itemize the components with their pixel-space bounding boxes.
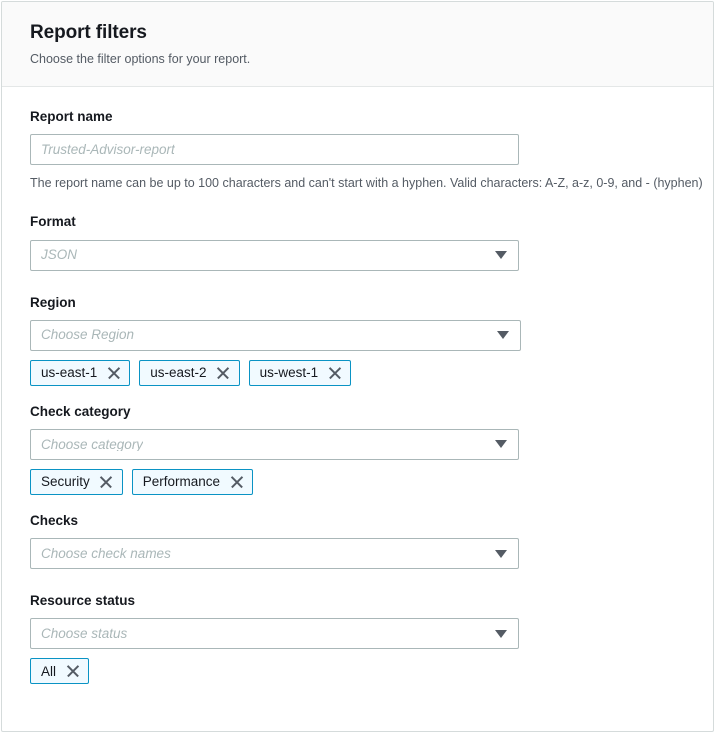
token[interactable]: us-east-1 — [30, 359, 131, 386]
token[interactable]: us-east-2 — [139, 359, 240, 386]
report-name-helper-text: The report name can be up to 100 charact… — [30, 176, 703, 191]
field-report-name: Report name Trusted-Advisor-report The r… — [30, 109, 703, 192]
chevron-down-icon — [495, 440, 507, 449]
format-placeholder: JSON — [41, 248, 78, 262]
token-label: Performance — [142, 474, 221, 490]
chevron-down-icon — [495, 251, 507, 260]
token[interactable]: Security — [30, 468, 123, 495]
check-category-placeholder: Choose category — [41, 437, 144, 452]
page-title: Report filters — [30, 22, 147, 43]
panel-body: Report name Trusted-Advisor-report The r… — [2, 87, 713, 685]
report-name-input[interactable]: Trusted-Advisor-report — [30, 134, 519, 166]
region-select[interactable]: Choose Region — [30, 319, 521, 351]
token-label: All — [41, 663, 57, 679]
label-checks: Checks — [30, 512, 79, 528]
field-format: Format JSON — [30, 214, 685, 271]
close-icon[interactable] — [217, 366, 230, 379]
resource-status-placeholder: Choose status — [41, 627, 128, 641]
close-icon[interactable] — [66, 665, 79, 678]
field-check-category: Check category Choose category Security … — [30, 404, 685, 495]
label-region: Region — [30, 294, 76, 310]
field-resource-status: Resource status Choose status All — [30, 593, 685, 685]
token[interactable]: All — [30, 658, 90, 685]
field-checks: Checks Choose check names — [30, 512, 685, 570]
token[interactable]: us-west-1 — [248, 359, 352, 386]
token-label: us-east-2 — [150, 365, 207, 381]
chevron-down-icon — [495, 549, 507, 558]
token-label: us-east-1 — [41, 365, 98, 381]
token-label: us-west-1 — [259, 365, 319, 381]
token[interactable]: Performance — [131, 468, 254, 495]
token-label: Security — [41, 474, 90, 490]
format-select[interactable]: JSON — [30, 239, 519, 271]
check-category-select[interactable]: Choose category — [30, 428, 519, 460]
close-icon[interactable] — [107, 366, 120, 379]
resource-status-token-list: All — [30, 658, 685, 685]
check-category-token-list: Security Performance — [30, 468, 685, 495]
checks-placeholder: Choose check names — [41, 546, 171, 561]
region-token-list: us-east-1 us-east-2 us-west-1 — [30, 359, 685, 386]
report-name-placeholder: Trusted-Advisor-report — [41, 143, 175, 157]
region-placeholder: Choose Region — [41, 328, 135, 342]
label-report-name: Report name — [30, 109, 113, 125]
panel-header: Report filters Choose the filter options… — [2, 2, 713, 88]
resource-status-select[interactable]: Choose status — [30, 618, 519, 650]
field-region: Region Choose Region us-east-1 us-east-2… — [30, 295, 685, 386]
panel-subtitle: Choose the filter options for your repor… — [30, 51, 251, 66]
close-icon[interactable] — [100, 475, 113, 488]
label-format: Format — [30, 214, 76, 230]
chevron-down-icon — [497, 331, 509, 340]
checks-select[interactable]: Choose check names — [30, 538, 519, 570]
chevron-down-icon — [495, 629, 507, 638]
close-icon[interactable] — [230, 475, 243, 488]
label-resource-status: Resource status — [30, 593, 136, 609]
label-check-category: Check category — [30, 403, 131, 419]
close-icon[interactable] — [328, 366, 341, 379]
report-filters-panel: Report filters Choose the filter options… — [1, 1, 714, 732]
